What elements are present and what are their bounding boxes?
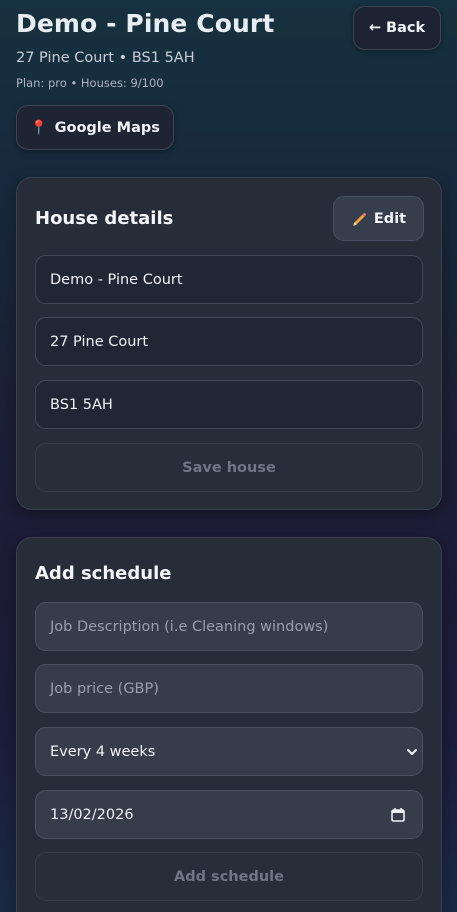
back-button[interactable]: ← Back xyxy=(353,6,441,50)
plan-meta: Plan: pro • Houses: 9/100 xyxy=(16,76,164,90)
save-house-button[interactable]: Save house xyxy=(35,443,423,492)
postcode-value: BS1 5AH xyxy=(50,396,113,413)
job-description-placeholder: Job Description (i.e Cleaning windows) xyxy=(50,618,329,635)
start-date-input[interactable]: 13/02/2026 xyxy=(35,790,423,839)
job-price-input[interactable]: Job price (GBP) xyxy=(35,664,423,713)
house-details-title: House details xyxy=(35,208,174,229)
job-description-input[interactable]: Job Description (i.e Cleaning windows) xyxy=(35,602,423,651)
calendar-icon[interactable] xyxy=(390,807,406,823)
house-name-field[interactable]: Demo - Pine Court xyxy=(35,255,423,304)
address-subtitle: 27 Pine Court • BS1 5AH xyxy=(16,50,195,66)
job-price-placeholder: Job price (GBP) xyxy=(50,680,159,697)
map-pin-icon: 📍 xyxy=(30,119,48,136)
add-schedule-label: Add schedule xyxy=(174,868,284,885)
edit-button[interactable]: Edit xyxy=(333,196,424,241)
save-house-label: Save house xyxy=(182,459,276,476)
street-value: 27 Pine Court xyxy=(50,333,149,350)
street-field[interactable]: 27 Pine Court xyxy=(35,317,423,366)
back-button-label: ← Back xyxy=(368,20,426,36)
chevron-down-icon xyxy=(407,749,417,755)
google-maps-label: Google Maps xyxy=(54,119,160,136)
edit-button-label: Edit xyxy=(373,210,407,227)
start-date-value: 13/02/2026 xyxy=(50,806,134,823)
add-schedule-button[interactable]: Add schedule xyxy=(35,852,423,901)
google-maps-button[interactable]: 📍 Google Maps xyxy=(16,105,174,150)
add-schedule-title: Add schedule xyxy=(35,563,172,584)
add-schedule-card: Add schedule Job Description (i.e Cleani… xyxy=(16,537,442,912)
pencil-icon xyxy=(352,212,367,226)
house-details-card: House details Edit Demo - Pine Court 27 … xyxy=(16,177,442,510)
frequency-select[interactable]: Every 4 weeks xyxy=(35,727,423,776)
postcode-field[interactable]: BS1 5AH xyxy=(35,380,423,429)
frequency-value: Every 4 weeks xyxy=(50,743,156,760)
house-name-value: Demo - Pine Court xyxy=(50,271,183,288)
